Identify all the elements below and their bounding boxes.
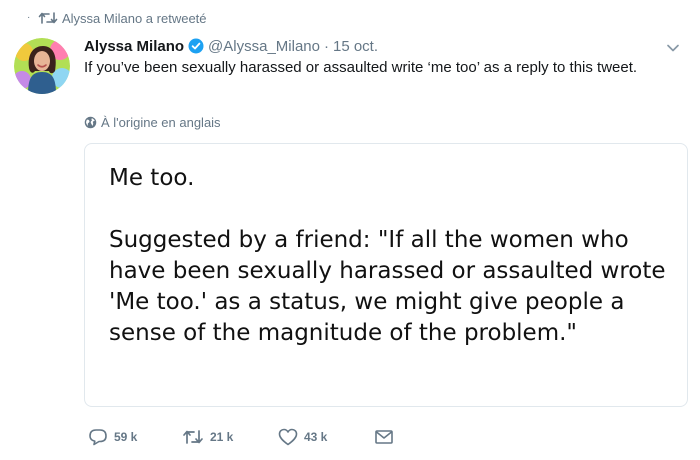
reply-button[interactable]: 59 k: [88, 428, 182, 446]
retweet-button[interactable]: 21 k: [182, 429, 278, 445]
avatar[interactable]: [14, 38, 70, 94]
reply-icon: [89, 429, 107, 446]
card-paragraph: Suggested by a friend: "If all the women…: [109, 227, 666, 346]
like-count: 43 k: [304, 430, 328, 444]
author-handle[interactable]: @Alyssa_Milano: [208, 38, 320, 55]
tweet-actions: 59 k 21 k 43 k: [84, 426, 400, 448]
tweet-text: If you’ve been sexually harassed or assa…: [84, 59, 638, 76]
retweet-context[interactable]: · Alyssa Milano a retweeté: [27, 9, 207, 27]
direct-message-button[interactable]: [374, 429, 400, 445]
tweet-header: Alyssa Milano @Alyssa_Milano · 15 oct.: [84, 36, 378, 56]
card-heading: Me too.: [109, 165, 195, 191]
tweet-date[interactable]: 15 oct.: [333, 38, 378, 55]
media-card[interactable]: Me too. Suggested by a friend: "If all t…: [84, 143, 688, 407]
direct-message-icon: [375, 430, 393, 444]
retweet-label: Alyssa Milano a retweeté: [62, 10, 207, 26]
chevron-down-icon[interactable]: [666, 40, 680, 58]
translation-label: À l'origine en anglais: [101, 114, 221, 130]
retweet-count: 21 k: [210, 430, 234, 444]
translation-notice[interactable]: À l'origine en anglais: [84, 113, 221, 131]
reply-count: 59 k: [114, 430, 138, 444]
author-name[interactable]: Alyssa Milano: [84, 38, 184, 55]
globe-icon: [84, 116, 97, 129]
verified-badge-icon: [188, 38, 204, 54]
retweet-icon: [183, 430, 203, 444]
like-icon: [278, 428, 298, 446]
retweet-icon: [38, 11, 58, 25]
bullet-dot: ·: [27, 12, 31, 23]
header-separator: ·: [323, 37, 329, 55]
like-button[interactable]: 43 k: [278, 428, 374, 446]
